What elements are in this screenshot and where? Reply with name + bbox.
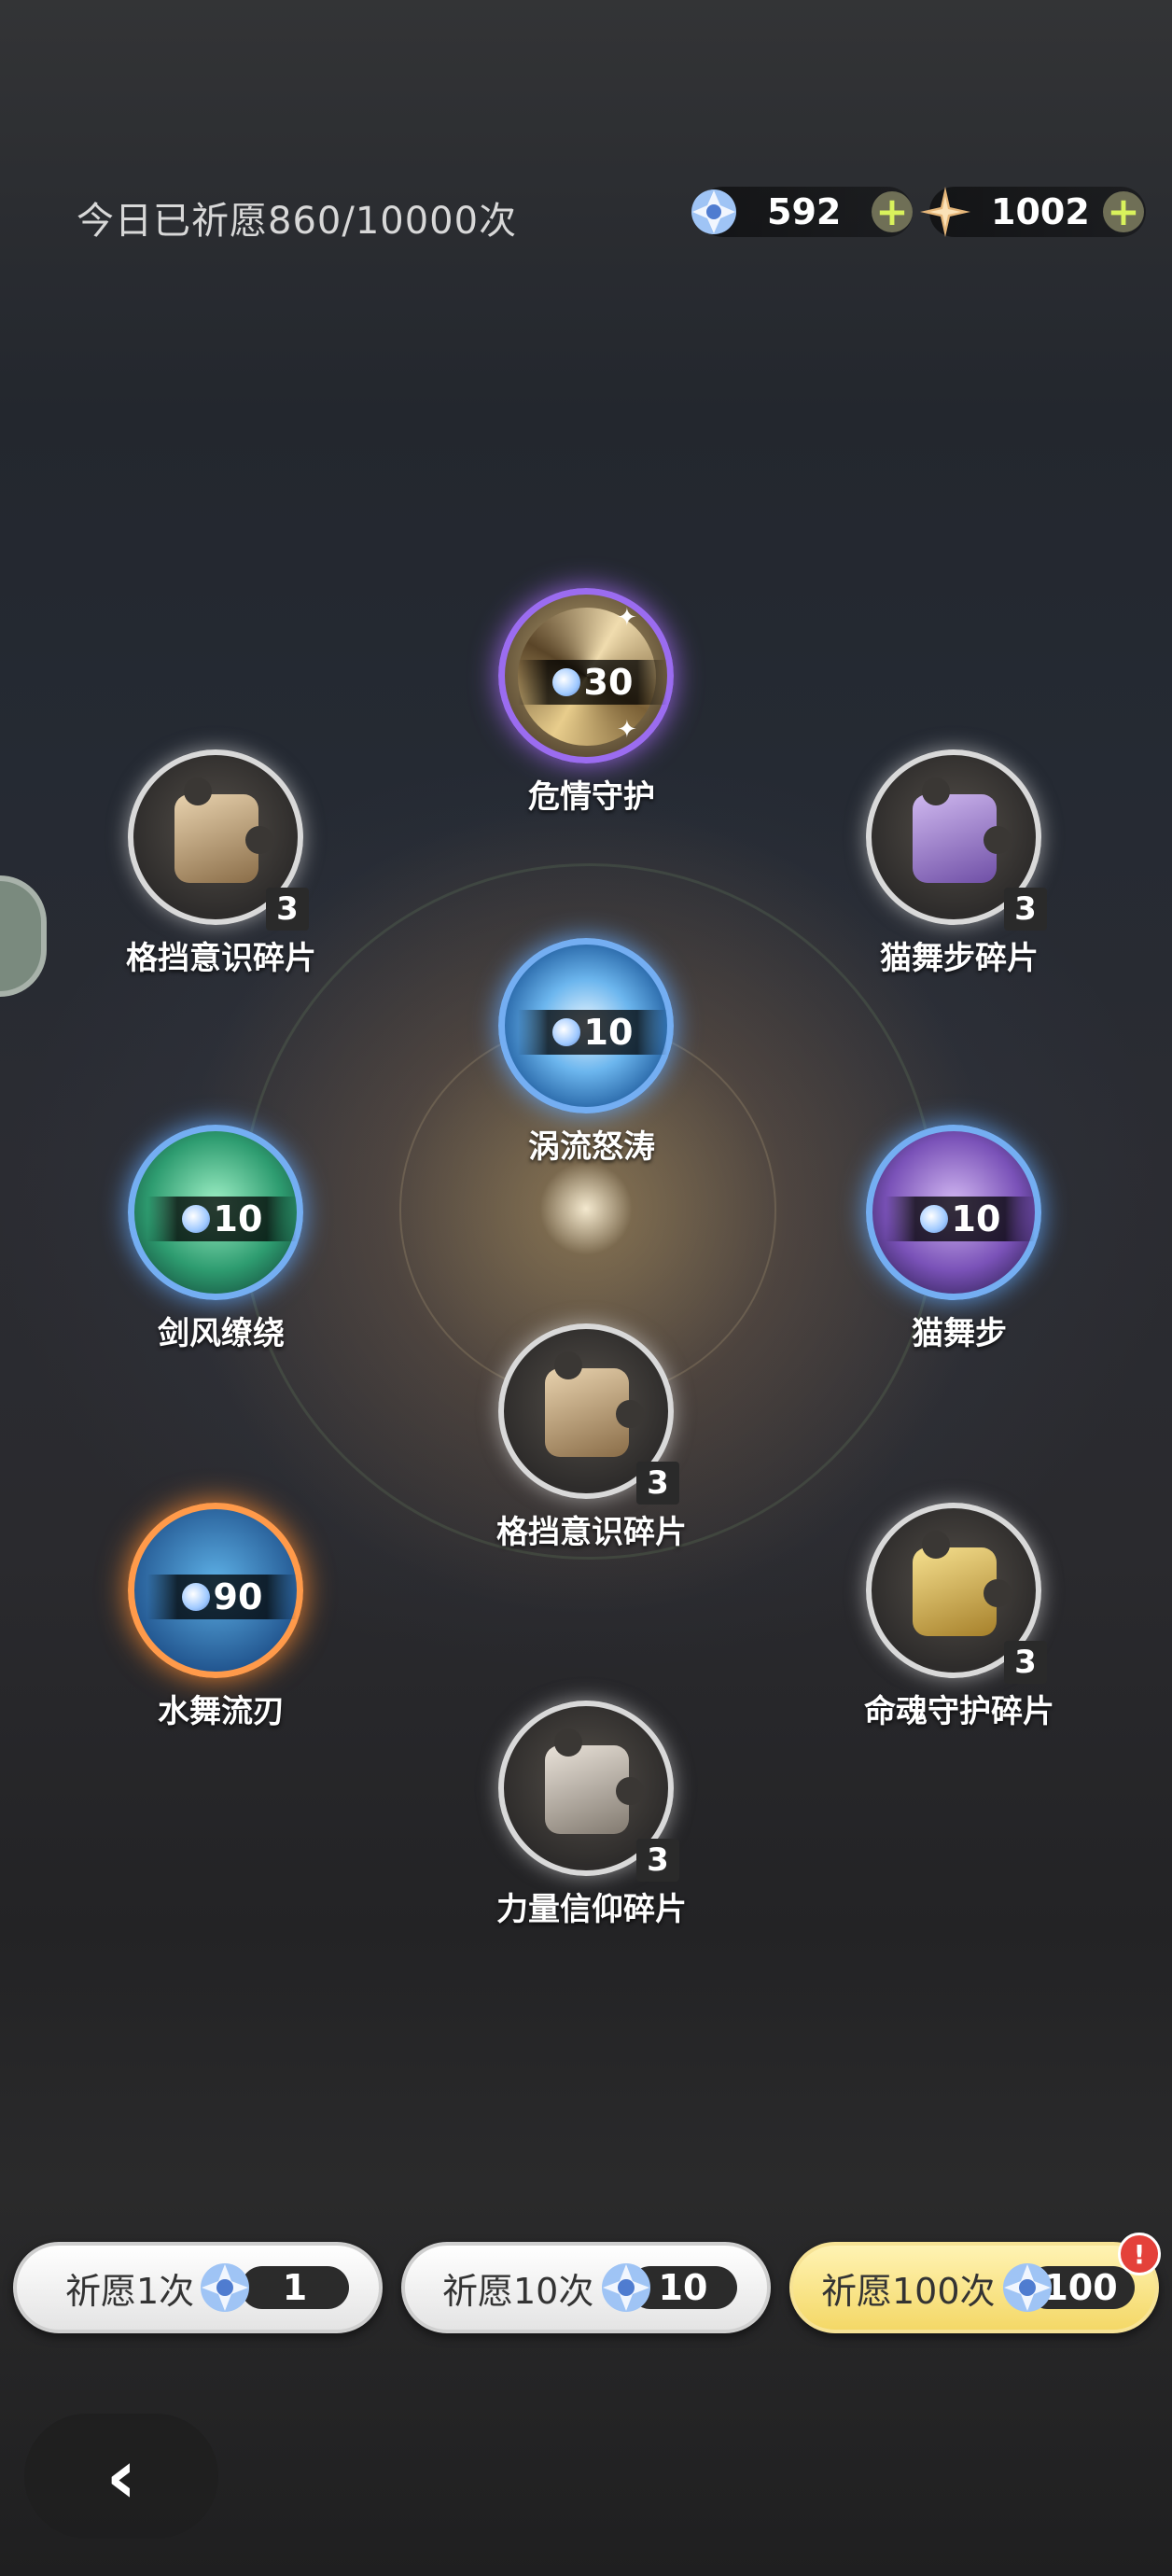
node-frame: 10 xyxy=(128,1125,303,1300)
node-label: 命魂守护碎片 xyxy=(864,1693,1054,1730)
back-button[interactable]: ‹ xyxy=(24,2414,218,2539)
puzzle-shard-icon xyxy=(517,1342,655,1480)
node-frame: 10 xyxy=(498,938,674,1113)
cost-bar: 10 xyxy=(518,1010,667,1055)
star-shard-currency: 1002 + xyxy=(920,187,1146,237)
cost-bar: 10 xyxy=(147,1197,297,1241)
add-star-shard-button[interactable]: + xyxy=(1103,191,1144,232)
node-frame: ✦ ✦ 30 xyxy=(498,588,674,763)
pray-100-label: 祈愿100次 xyxy=(821,2270,996,2312)
crystal-cost-icon xyxy=(919,1205,948,1233)
cost-bar: 90 xyxy=(147,1575,297,1619)
pray-100-button[interactable]: 祈愿100次 100 xyxy=(789,2242,1159,2333)
node-frame: 10 xyxy=(866,1125,1041,1300)
pray-10-label: 祈愿10次 xyxy=(442,2270,594,2312)
crystal-cost-icon xyxy=(551,1018,580,1046)
cost-bar: 30 xyxy=(518,660,667,705)
daily-wish-counter: 今日已祈愿860/10000次 xyxy=(77,200,518,243)
node-frame: 90 xyxy=(128,1503,303,1678)
node-label: 格挡意识碎片 xyxy=(496,1514,687,1551)
shard-count: 3 xyxy=(1004,888,1047,931)
pray-1-button[interactable]: 祈愿1次 1 xyxy=(13,2242,383,2333)
pray-1-cost: 1 xyxy=(241,2266,349,2309)
pray-1-label: 祈愿1次 xyxy=(65,2270,195,2312)
shard-count: 3 xyxy=(266,888,309,931)
center-glow xyxy=(539,1162,633,1255)
side-chat-tab[interactable] xyxy=(0,875,47,997)
wish-crystal-icon xyxy=(602,2263,650,2312)
puzzle-shard-icon xyxy=(885,768,1023,906)
puzzle-shard-icon xyxy=(885,1521,1023,1659)
node-label: 水舞流刃 xyxy=(158,1693,285,1730)
wish-crystal-icon xyxy=(691,189,736,234)
node-label: 危情守护 xyxy=(528,778,655,816)
star-shard-amount: 1002 xyxy=(991,191,1090,232)
pray-10-button[interactable]: 祈愿10次 10 xyxy=(401,2242,771,2333)
star-shard-icon xyxy=(920,187,970,237)
crystal-cost-icon xyxy=(181,1205,210,1233)
node-label: 力量信仰碎片 xyxy=(496,1891,687,1928)
node-label: 涡流怒涛 xyxy=(528,1128,655,1166)
crystal-cost-icon xyxy=(181,1583,210,1611)
node-label: 猫舞步 xyxy=(912,1315,1007,1352)
cost-bar: 10 xyxy=(886,1197,1035,1241)
shard-count: 3 xyxy=(636,1839,679,1882)
alert-badge: ! xyxy=(1118,2233,1161,2275)
node-label: 剑风缭绕 xyxy=(158,1315,285,1352)
crystal-cost-icon xyxy=(551,668,580,696)
add-wish-crystal-button[interactable]: + xyxy=(872,191,913,232)
back-arrow-icon: ‹ xyxy=(105,2432,137,2520)
cost-value: 30 xyxy=(583,662,634,703)
cost-value: 10 xyxy=(583,1012,634,1053)
puzzle-shard-icon xyxy=(146,768,285,906)
sparkle-icon: ✦ xyxy=(617,716,637,744)
node-label: 格挡意识碎片 xyxy=(126,940,316,977)
cost-value: 10 xyxy=(213,1198,263,1239)
cost-value: 90 xyxy=(213,1576,263,1617)
shard-count: 3 xyxy=(636,1462,679,1505)
puzzle-shard-icon xyxy=(517,1719,655,1857)
cost-value: 10 xyxy=(951,1198,1001,1239)
shard-count: 3 xyxy=(1004,1641,1047,1684)
node-label: 猫舞步碎片 xyxy=(880,940,1039,977)
wish-crystal-icon xyxy=(1003,2263,1052,2312)
wish-crystal-icon xyxy=(201,2263,249,2312)
wish-crystal-currency: 592 + xyxy=(691,187,913,237)
sparkle-icon: ✦ xyxy=(617,604,637,632)
wish-crystal-amount: 592 xyxy=(767,191,842,232)
